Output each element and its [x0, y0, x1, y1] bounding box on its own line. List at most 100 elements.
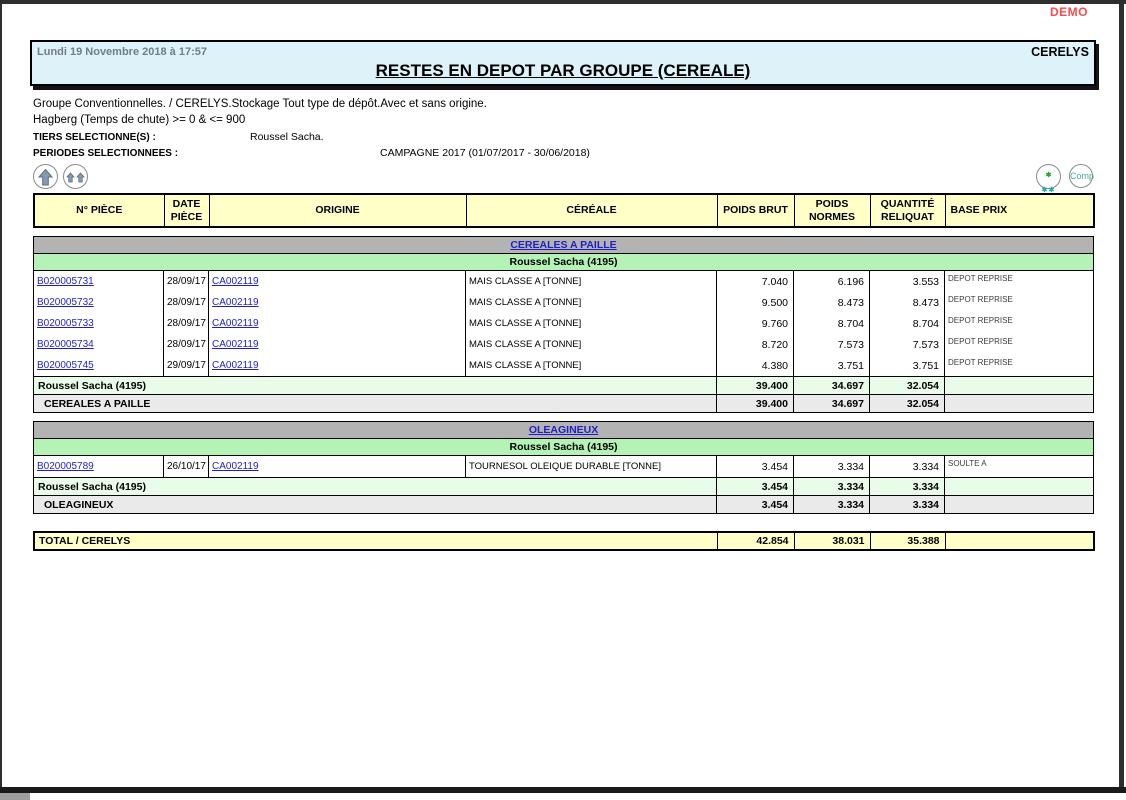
poids-brut-cell: 3.454	[717, 456, 794, 478]
quantite-reliquat-cell: 3.334	[870, 456, 945, 478]
poids-brut-cell: 7.040	[717, 271, 794, 293]
periods-selection-label: PERIODES SELECTIONNEES :	[33, 148, 380, 159]
base-prix-cell: DEPOT REPRISE	[945, 355, 1094, 377]
quantite-reliquat-total: 3.334	[870, 478, 945, 496]
demo-watermark: DEMO	[1050, 5, 1088, 19]
report-header-bar: Lundi 19 Novembre 2018 à 17:57 CERELYS R…	[30, 40, 1096, 86]
column-header: POIDS BRUT	[717, 194, 794, 227]
cereale-cell: MAIS CLASSE A [TONNE]	[466, 271, 717, 293]
base-prix-cell: DEPOT REPRISE	[945, 313, 1094, 334]
grand-total-poids-brut: 42.854	[717, 532, 794, 550]
group-table: OLEAGINEUXRoussel Sacha (4195)B020005789…	[33, 421, 1094, 514]
total-label: Roussel Sacha (4195)	[34, 478, 717, 496]
filter-summary: Groupe Conventionnelles. / CERELYS.Stock…	[33, 98, 1093, 159]
piece-cell: B020005733	[34, 313, 164, 334]
piece-link[interactable]: B020005789	[37, 461, 94, 472]
piece-cell: B020005789	[34, 456, 164, 478]
quantite-reliquat-total: 32.054	[870, 377, 945, 395]
poids-normes-cell: 6.196	[794, 271, 870, 293]
comp-icon[interactable]: Comp	[1069, 164, 1093, 188]
resize-grip	[0, 793, 30, 800]
origine-link[interactable]: CA002119	[212, 360, 259, 371]
quantite-reliquat-cell: 7.573	[870, 334, 945, 355]
filter-scope-line: Groupe Conventionnelles. / CERELYS.Stock…	[33, 98, 1093, 110]
header-row: N° PIÈCEDATE PIÈCEORIGINECÉRÉALEPOIDS BR…	[34, 194, 1094, 227]
subgroup-label: Roussel Sacha (4195)	[34, 254, 1094, 271]
group-band: CEREALES A PAILLE	[34, 237, 1094, 254]
origine-link[interactable]: CA002119	[212, 318, 259, 329]
go-up-icon[interactable]	[63, 164, 88, 189]
group-total-row: CEREALES A PAILLE39.40034.69732.054	[34, 395, 1094, 413]
column-header: CÉRÉALE	[466, 194, 717, 227]
table-row: B02000573328/09/17CA002119MAIS CLASSE A …	[34, 313, 1094, 334]
base-prix-empty-cell	[945, 496, 1094, 514]
origine-link[interactable]: CA002119	[212, 461, 259, 472]
column-header: DATE PIÈCE	[164, 194, 209, 227]
poids-brut-total: 39.400	[717, 377, 794, 395]
cereale-cell: MAIS CLASSE A [TONNE]	[466, 334, 717, 355]
poids-normes-total: 3.334	[794, 478, 870, 496]
subgroup-total-row: Roussel Sacha (4195)39.40034.69732.054	[34, 377, 1094, 395]
tiers-selection-value: Roussel Sacha.	[250, 131, 324, 143]
periods-selection-value: CAMPAGNE 2017 (01/07/2017 - 30/06/2018)	[380, 147, 590, 159]
go-top-icon[interactable]	[33, 164, 58, 189]
grand-total-table: TOTAL / CERELYS42.85438.03135.388	[33, 531, 1095, 551]
base-prix-empty-cell	[945, 377, 1094, 395]
poids-brut-cell: 4.380	[717, 355, 794, 377]
grand-total-poids-normes: 38.031	[794, 532, 870, 550]
date-piece-cell: 29/09/17	[164, 355, 209, 377]
asterisks-icon: ✱✱✱	[1042, 168, 1056, 194]
tiers-selection-label: TIERS SELECTIONNE(S) :	[33, 132, 250, 143]
poids-brut-total: 39.400	[717, 395, 794, 413]
piece-cell: B020005745	[34, 355, 164, 377]
quantite-reliquat-cell: 8.473	[870, 292, 945, 313]
date-piece-cell: 28/09/17	[164, 334, 209, 355]
piece-link[interactable]: B020005734	[37, 339, 94, 350]
piece-link[interactable]: B020005731	[37, 276, 94, 287]
table-row: B020005789 26/10/17CA002119 TOURNESOL OLEI…	[34, 456, 1094, 478]
cereale-cell: MAIS CLASSE A [TONNE]	[466, 292, 717, 313]
grand-total-base-prix-empty	[945, 532, 1094, 550]
origine-cell: CA002119	[209, 292, 466, 313]
origine-cell: CA002119	[209, 355, 466, 377]
date-piece-cell: 28/09/17	[164, 292, 209, 313]
date-piece-cell: 26/10/17	[164, 456, 209, 478]
piece-link[interactable]: B020005745	[37, 360, 94, 371]
base-prix-cell: SOULTE A	[945, 456, 1094, 478]
grand-total-label: TOTAL / CERELYS	[34, 532, 717, 550]
report-groups: CEREALES A PAILLERoussel Sacha (4195)B02…	[33, 236, 1093, 514]
piece-cell: B020005731	[34, 271, 164, 293]
total-label: OLEAGINEUX	[34, 496, 717, 514]
group-band: OLEAGINEUX	[34, 422, 1094, 439]
origine-link[interactable]: CA002119	[212, 297, 259, 308]
subgroup-label: Roussel Sacha (4195)	[34, 439, 1094, 456]
poids-brut-cell: 9.500	[717, 292, 794, 313]
poids-normes-total: 34.697	[794, 377, 870, 395]
poids-normes-cell: 3.334	[794, 456, 870, 478]
origine-cell: CA002119	[209, 271, 466, 293]
piece-cell: B020005732	[34, 292, 164, 313]
group-link[interactable]: CEREALES A PAILLE	[510, 239, 616, 251]
origine-cell: CA002119	[209, 313, 466, 334]
report-datetime: Lundi 19 Novembre 2018 à 17:57	[37, 46, 207, 58]
page-title: RESTES EN DEPOT PAR GROUPE (CEREALE)	[32, 61, 1094, 81]
poids-normes-total: 3.334	[794, 496, 870, 514]
piece-link[interactable]: B020005732	[37, 297, 94, 308]
toolbar: ✱✱✱ Comp	[33, 163, 1093, 191]
poids-brut-cell: 9.760	[717, 313, 794, 334]
stars-icon[interactable]: ✱✱✱	[1036, 164, 1061, 189]
group-table: CEREALES A PAILLE Roussel Sacha (4195) B02…	[33, 236, 1094, 413]
total-label: CEREALES A PAILLE	[34, 395, 717, 413]
quantite-reliquat-cell: 3.553	[870, 271, 945, 293]
group-link[interactable]: OLEAGINEUX	[529, 424, 598, 436]
origine-link[interactable]: CA002119	[212, 276, 259, 287]
origine-link[interactable]: CA002119	[212, 339, 259, 350]
table-row: B02000574529/09/17CA002119MAIS CLASSE A …	[34, 355, 1094, 377]
table-row: B020005732 28/09/17CA002119 MAIS CLASSE A …	[34, 292, 1094, 313]
up-arrow-icon	[35, 167, 56, 188]
group-total-row: OLEAGINEUX3.4543.3343.334	[34, 496, 1094, 514]
piece-link[interactable]: B020005733	[37, 318, 94, 329]
cereale-cell: TOURNESOL OLEIQUE DURABLE [TONNE]	[466, 456, 717, 478]
poids-brut-total: 3.454	[717, 478, 794, 496]
origine-cell: CA002119	[209, 334, 466, 355]
